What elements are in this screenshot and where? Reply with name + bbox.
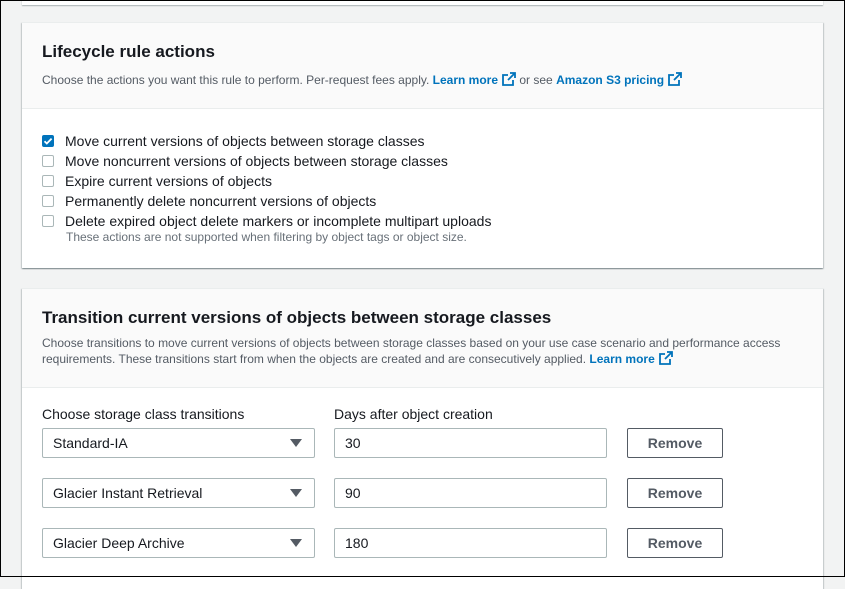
action-option-label: Move current versions of objects between…	[65, 133, 425, 149]
storage-class-selected-value: Glacier Instant Retrieval	[53, 485, 203, 501]
transitions-description: Choose transitions to move current versi…	[42, 335, 803, 367]
transitions-header: Transition current versions of objects b…	[22, 289, 823, 388]
remove-button[interactable]: Remove	[627, 478, 723, 508]
storage-class-select[interactable]: Glacier Instant Retrieval	[42, 478, 315, 508]
action-option-delete-markers[interactable]: Delete expired object delete markers or …	[42, 211, 803, 231]
caret-down-icon	[290, 489, 302, 497]
lifecycle-actions-desc-text: Choose the actions you want this rule to…	[42, 73, 430, 87]
learn-more-link-text: Learn more	[432, 73, 499, 87]
learn-more-link[interactable]: Learn more	[589, 351, 673, 366]
transition-row: Standard-IA 30 Remove	[42, 428, 803, 478]
external-link-icon	[668, 72, 682, 86]
days-column-label: Days after object creation	[334, 406, 493, 422]
checkbox[interactable]	[42, 215, 54, 227]
action-option-label: Permanently delete noncurrent versions o…	[65, 193, 377, 209]
action-option-delete-noncurrent[interactable]: Permanently delete noncurrent versions o…	[42, 191, 803, 211]
action-option-label: Expire current versions of objects	[65, 173, 272, 189]
storage-class-select[interactable]: Standard-IA	[42, 428, 315, 458]
s3-pricing-link[interactable]: Amazon S3 pricing	[556, 72, 682, 87]
transitions-form: Choose storage class transitions Days af…	[22, 388, 823, 578]
external-link-icon	[502, 72, 516, 86]
checkbox[interactable]	[42, 155, 54, 167]
transition-row: Glacier Instant Retrieval 90 Remove	[42, 478, 803, 528]
action-option-move-noncurrent[interactable]: Move noncurrent versions of objects betw…	[42, 151, 803, 171]
transitions-column-labels: Choose storage class transitions Days af…	[42, 406, 803, 424]
checkbox[interactable]	[42, 175, 54, 187]
checkbox[interactable]	[42, 195, 54, 207]
transition-row: Glacier Deep Archive 180 Remove	[42, 528, 803, 578]
storage-class-selected-value: Standard-IA	[53, 435, 128, 451]
storage-class-column-label: Choose storage class transitions	[42, 406, 245, 422]
learn-more-link[interactable]: Learn more	[432, 72, 516, 87]
transitions-title: Transition current versions of objects b…	[42, 308, 552, 327]
days-input[interactable]: 90	[334, 478, 607, 508]
actions-checkbox-group: Move current versions of objects between…	[22, 109, 823, 244]
action-option-label: Move noncurrent versions of objects betw…	[65, 153, 448, 169]
storage-class-selected-value: Glacier Deep Archive	[53, 535, 185, 551]
lifecycle-actions-description: Choose the actions you want this rule to…	[42, 72, 803, 88]
action-option-label: Delete expired object delete markers or …	[65, 213, 492, 229]
action-option-move-current[interactable]: Move current versions of objects between…	[42, 131, 803, 151]
storage-class-select[interactable]: Glacier Deep Archive	[42, 528, 315, 558]
remove-button[interactable]: Remove	[627, 428, 723, 458]
lifecycle-actions-panel: Lifecycle rule actions Choose the action…	[22, 22, 823, 268]
previous-panel-bottom	[22, 0, 823, 5]
actions-hint-text: These actions are not supported when fil…	[66, 230, 467, 244]
s3-pricing-link-text: Amazon S3 pricing	[556, 73, 665, 87]
caret-down-icon	[290, 539, 302, 547]
transitions-panel: Transition current versions of objects b…	[22, 288, 823, 589]
action-option-expire-current[interactable]: Expire current versions of objects	[42, 171, 803, 191]
lifecycle-actions-title: Lifecycle rule actions	[42, 42, 215, 61]
caret-down-icon	[290, 439, 302, 447]
days-input[interactable]: 30	[334, 428, 607, 458]
days-input[interactable]: 180	[334, 528, 607, 558]
lifecycle-actions-header: Lifecycle rule actions Choose the action…	[22, 23, 823, 109]
or-see-text: or see	[519, 73, 553, 87]
remove-button[interactable]: Remove	[627, 528, 723, 558]
external-link-icon	[658, 351, 673, 365]
learn-more-link-text: Learn more	[589, 352, 655, 366]
checkbox-checked[interactable]	[42, 135, 54, 147]
